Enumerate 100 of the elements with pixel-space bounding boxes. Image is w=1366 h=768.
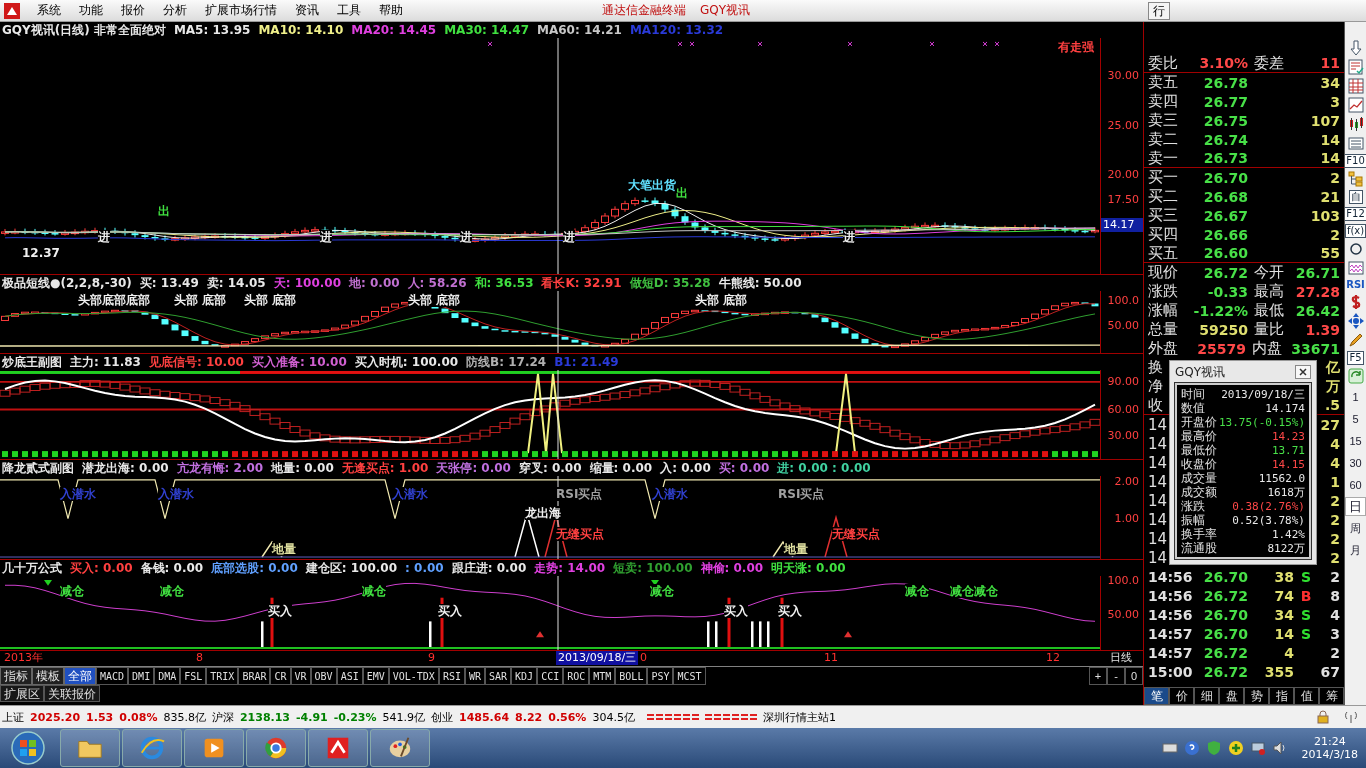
toolbar-button[interactable]: F10 — [1344, 154, 1366, 168]
period-button[interactable]: 日 — [1345, 497, 1366, 516]
indicator-button[interactable]: FSL — [180, 667, 207, 685]
indicator-button[interactable]: KDJ — [511, 667, 538, 685]
table-icon[interactable] — [1347, 78, 1364, 94]
indicator-value: 走势: 14.00 — [534, 559, 606, 577]
toolbar-button[interactable]: f(x) — [1344, 224, 1366, 238]
taskbar-button[interactable] — [122, 729, 182, 767]
menu-item[interactable]: 报价 — [112, 2, 154, 19]
indicator-button[interactable]: OBV — [310, 667, 337, 685]
indicator-button[interactable]: TRIX — [206, 667, 239, 685]
pane-button[interactable]: 0 — [1125, 667, 1143, 685]
volume-bar — [429, 621, 432, 649]
tab[interactable]: 指 — [1269, 687, 1294, 705]
indicator-button[interactable]: CR — [270, 667, 291, 685]
pencil-icon[interactable] — [1347, 332, 1364, 348]
taskbar-button[interactable] — [246, 729, 306, 767]
indicator-button[interactable]: RSI — [438, 667, 465, 685]
quote-label: 14 — [1148, 548, 1169, 567]
toolbar-button[interactable]: 自 — [1348, 190, 1363, 204]
taskbar-button[interactable] — [60, 729, 120, 767]
indicator-button[interactable]: WR — [464, 667, 485, 685]
toolbar-button[interactable]: F12 — [1344, 207, 1366, 221]
price-tag: 14.17 — [1101, 218, 1143, 232]
tab[interactable]: 筹 — [1319, 687, 1344, 705]
tab[interactable]: 盘 — [1219, 687, 1244, 705]
menu-item[interactable]: 扩展市场行情 — [196, 2, 286, 19]
indicator-button[interactable]: SAR — [485, 667, 512, 685]
checklist-icon[interactable] — [1347, 59, 1364, 75]
menu-item[interactable]: 资讯 — [286, 2, 328, 19]
ask-volume: 3 — [1329, 93, 1340, 110]
taskbar-button[interactable] — [184, 729, 244, 767]
indicator-button[interactable]: DMA — [154, 667, 181, 685]
taskbar-button[interactable] — [308, 729, 368, 767]
indicator-button[interactable]: VR — [290, 667, 311, 685]
indicator-button[interactable]: MACD — [96, 667, 129, 685]
tab[interactable]: 指标 — [0, 667, 32, 685]
pane-button[interactable]: + — [1089, 667, 1107, 685]
info-label: 数值 — [1181, 400, 1205, 416]
menu-item[interactable]: 功能 — [70, 2, 112, 19]
trade-price: 26.70 — [1202, 606, 1248, 623]
close-button[interactable] — [1295, 365, 1311, 379]
tab[interactable]: 扩展区 — [0, 685, 44, 702]
menu-item[interactable]: 工具 — [328, 2, 370, 19]
cross-mark — [757, 41, 763, 47]
pane-button[interactable]: - — [1107, 667, 1125, 685]
move-icon[interactable] — [1347, 313, 1364, 329]
line-chart-icon[interactable] — [1347, 97, 1364, 113]
period-button[interactable]: 1 — [1345, 387, 1366, 406]
indicator-button[interactable]: BRAR — [238, 667, 271, 685]
tab[interactable]: 势 — [1244, 687, 1269, 705]
tab[interactable]: 全部 — [64, 667, 96, 685]
tree-icon[interactable] — [1347, 171, 1364, 187]
period-button[interactable]: 5 — [1345, 409, 1366, 428]
indicator-button[interactable]: DMI — [128, 667, 155, 685]
down-arrow-icon[interactable] — [1347, 40, 1364, 56]
indicator-button[interactable]: BOLL — [615, 667, 648, 685]
indicator-button[interactable]: MCST — [673, 667, 706, 685]
indicator-button[interactable]: ASI — [336, 667, 363, 685]
indicator-value: 做短D: 35.28 — [629, 274, 711, 292]
indicator-button[interactable]: PSY — [647, 667, 674, 685]
period-button[interactable]: 月 — [1345, 541, 1366, 560]
tab[interactable]: 模板 — [32, 667, 64, 685]
toolbar-button[interactable]: F5 — [1347, 351, 1364, 365]
indicator-button[interactable]: CCI — [537, 667, 564, 685]
info-label: 开盘价 — [1181, 414, 1217, 430]
quote-value: 4 — [1330, 435, 1340, 452]
menu-item[interactable]: 系统 — [28, 2, 70, 19]
indicator-button[interactable]: MTM — [589, 667, 616, 685]
indicator-button[interactable]: EMV — [362, 667, 389, 685]
period-button[interactable]: 15 — [1345, 431, 1366, 450]
candlestick-icon[interactable] — [1347, 116, 1364, 132]
tab[interactable]: 价 — [1169, 687, 1194, 705]
wave-icon[interactable] — [1347, 260, 1364, 276]
tab[interactable]: 笔 — [1144, 687, 1169, 705]
quote-button[interactable]: 行 — [1148, 1, 1170, 20]
trade-price: 26.70 — [1202, 568, 1248, 585]
quote-value: 33671 — [1291, 340, 1340, 357]
lock-icon — [1316, 710, 1330, 724]
status-text: 创业 — [431, 709, 453, 725]
menu-item[interactable]: 帮助 — [370, 2, 412, 19]
status-text: 0.08% — [119, 710, 158, 724]
tab[interactable]: 关联报价 — [44, 685, 100, 702]
indicator-button[interactable]: ROC — [563, 667, 590, 685]
quote-label: 14 — [1148, 491, 1169, 510]
bid-volume: 2 — [1329, 226, 1340, 243]
period-button[interactable]: 30 — [1345, 453, 1366, 472]
bid-volume: 103 — [1309, 207, 1340, 224]
indicator-value: 缩量: 0.00 — [589, 459, 653, 477]
circle-icon[interactable] — [1347, 241, 1364, 257]
tab[interactable]: 细 — [1194, 687, 1219, 705]
taskbar-button[interactable] — [370, 729, 430, 767]
period-button[interactable]: 60 — [1345, 475, 1366, 494]
refresh-icon[interactable] — [1347, 368, 1364, 384]
toolbar-button[interactable]: RSI — [1345, 279, 1366, 291]
start-button[interactable] — [10, 730, 46, 766]
period-button[interactable]: 周 — [1345, 519, 1366, 538]
indicator-button[interactable]: VOL-TDX — [388, 667, 439, 685]
menu-item[interactable]: 分析 — [154, 2, 196, 19]
tab[interactable]: 值 — [1294, 687, 1319, 705]
